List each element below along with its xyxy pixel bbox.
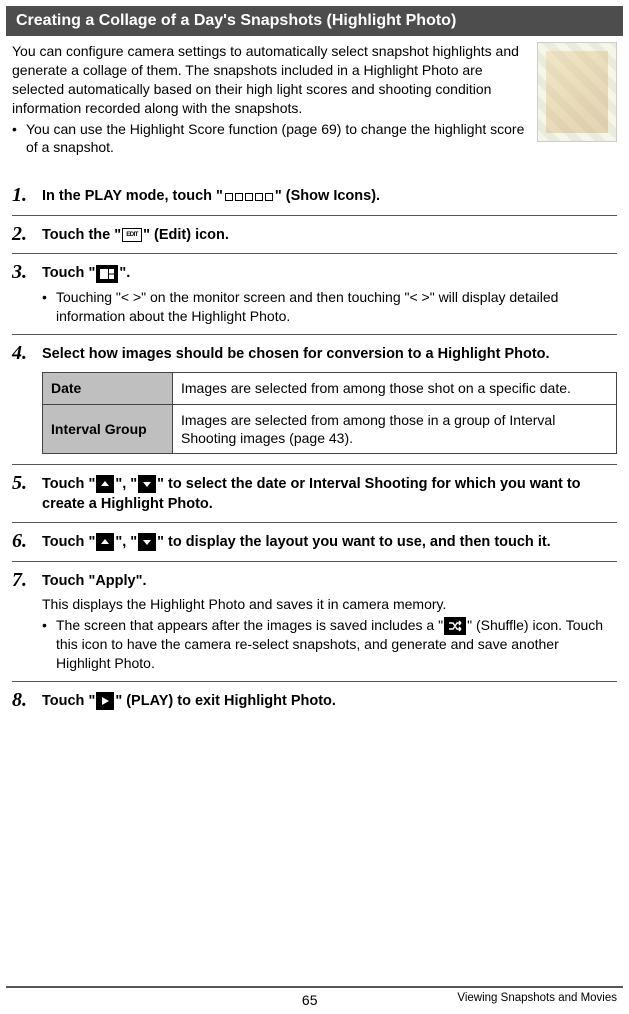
step-3-bullet-text: Touching "< >" on the monitor screen and… [56, 288, 617, 326]
step-7-body: This displays the Highlight Photo and sa… [42, 595, 617, 614]
step-4: 4. Select how images should be chosen fo… [12, 335, 617, 465]
step-3: 3. Touch "". • Touching "< >" on the mon… [12, 254, 617, 334]
selection-table: Date Images are selected from among thos… [42, 372, 617, 454]
up-arrow-icon [96, 475, 114, 493]
step-7-bullet: • The screen that appears after the imag… [42, 616, 617, 673]
section-header: Creating a Collage of a Day's Snapshots … [6, 6, 623, 36]
step-title: Touch the "EDIT" (Edit) icon. [42, 224, 617, 246]
step-5: 5. Touch "", "" to select the date or In… [12, 465, 617, 523]
page-content: You can configure camera settings to aut… [0, 36, 629, 720]
step-7-bullet-text: The screen that appears after the images… [56, 616, 617, 673]
table-row: Interval Group Images are selected from … [43, 404, 617, 453]
step-2: 2. Touch the "EDIT" (Edit) icon. [12, 216, 617, 255]
down-arrow-icon [138, 475, 156, 493]
edit-icon: EDIT [122, 228, 142, 242]
show-icons-icon [225, 193, 273, 201]
step-title: Touch "", "" to display the layout you w… [42, 531, 617, 553]
table-header-interval: Interval Group [43, 404, 173, 453]
step-1: 1. In the PLAY mode, touch "" (Show Icon… [12, 177, 617, 216]
step-title: Touch "" (PLAY) to exit Highlight Photo. [42, 690, 617, 712]
footer-section: Viewing Snapshots and Movies [457, 992, 617, 1004]
table-cell-date-desc: Images are selected from among those sho… [173, 373, 617, 404]
intro-bullet-text: You can use the Highlight Score function… [26, 120, 527, 158]
collage-thumbnail [537, 42, 617, 142]
step-number: 5. [12, 473, 34, 493]
shuffle-icon [444, 617, 466, 635]
table-header-date: Date [43, 373, 173, 404]
play-icon [96, 692, 114, 710]
step-number: 2. [12, 224, 34, 244]
intro-paragraph: You can configure camera settings to aut… [12, 43, 519, 116]
step-title: Touch "", "" to select the date or Inter… [42, 473, 617, 514]
step-3-bullet: • Touching "< >" on the monitor screen a… [42, 288, 617, 326]
intro-bullet: • You can use the Highlight Score functi… [12, 120, 527, 158]
step-7: 7. Touch "Apply". This displays the High… [12, 562, 617, 683]
step-title: Touch "Apply". [42, 570, 617, 592]
step-title: In the PLAY mode, touch "" (Show Icons). [42, 185, 617, 207]
bullet-dot: • [42, 288, 56, 326]
table-cell-interval-desc: Images are selected from among those in … [173, 404, 617, 453]
page-footer: 65 Viewing Snapshots and Movies [6, 986, 623, 1014]
bullet-dot: • [42, 616, 56, 673]
intro-text: You can configure camera settings to aut… [12, 42, 527, 157]
step-number: 1. [12, 185, 34, 205]
step-8: 8. Touch "" (PLAY) to exit Highlight Pho… [12, 682, 617, 720]
step-number: 3. [12, 262, 34, 282]
step-title: Select how images should be chosen for c… [42, 343, 617, 365]
step-6: 6. Touch "", "" to display the layout yo… [12, 523, 617, 562]
up-arrow-icon [96, 533, 114, 551]
section-title: Creating a Collage of a Day's Snapshots … [16, 12, 456, 29]
table-row: Date Images are selected from among thos… [43, 373, 617, 404]
step-title: Touch "". [42, 262, 617, 284]
down-arrow-icon [138, 533, 156, 551]
step-number: 4. [12, 343, 34, 363]
highlight-photo-icon [96, 265, 118, 283]
step-number: 6. [12, 531, 34, 551]
intro-block: You can configure camera settings to aut… [12, 42, 617, 157]
step-number: 8. [12, 690, 34, 710]
bullet-dot: • [12, 120, 26, 158]
page-number: 65 [162, 992, 457, 1008]
step-number: 7. [12, 570, 34, 590]
